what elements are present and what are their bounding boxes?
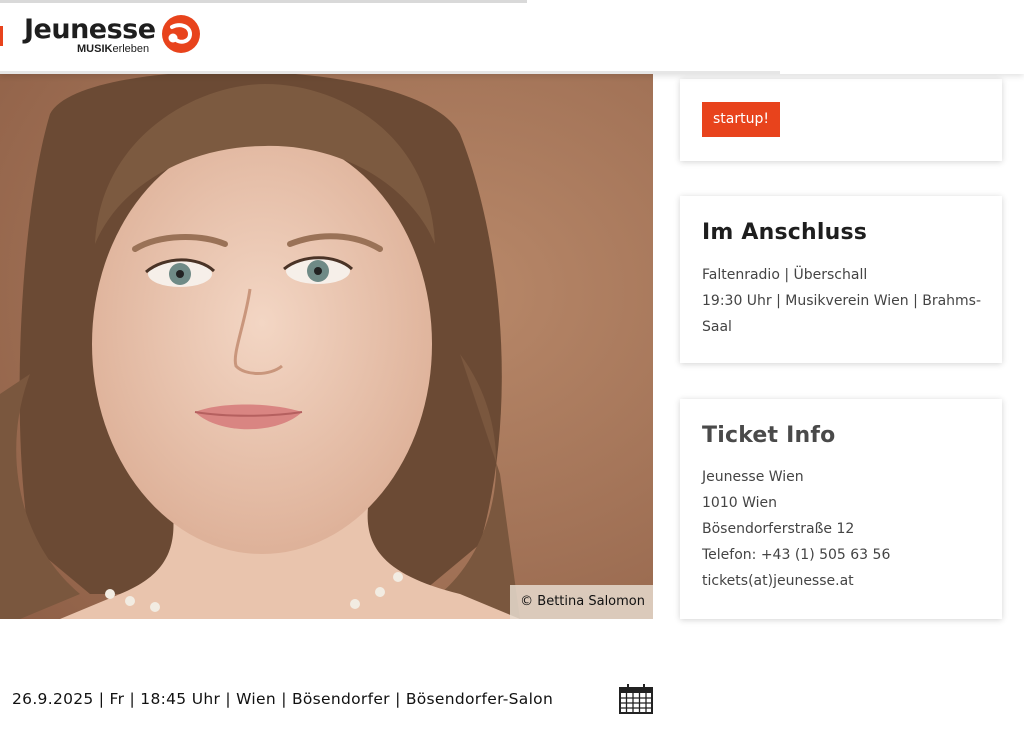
category-card: startup!: [680, 79, 1002, 161]
ticket-phone: Telefon: +43 (1) 505 63 56: [702, 547, 891, 563]
artist-photo: © Bettina Salomon: [0, 74, 653, 619]
logo-mark-icon: [162, 15, 200, 53]
ticket-info-card: Ticket Info Jeunesse Wien 1010 Wien Böse…: [680, 399, 1002, 619]
header-left-marker: [0, 26, 3, 46]
logo-wordmark: Jeunesse: [24, 14, 156, 45]
calendar-icon[interactable]: [619, 684, 653, 714]
ticket-org: Jeunesse Wien: [702, 469, 804, 485]
site-header: Jeunesse MUSIKerleben: [0, 0, 1024, 74]
follow-up-card: Im Anschluss Faltenradio | Überschall 19…: [680, 196, 1002, 363]
ticket-info-title: Ticket Info: [702, 423, 836, 448]
logo-tagline: MUSIKerleben: [77, 43, 150, 55]
ticket-street: Bösendorferstraße 12: [702, 521, 855, 537]
follow-up-details: 19:30 Uhr | Musikverein Wien | Brahms-Sa…: [702, 293, 982, 335]
portrait-image: [0, 74, 653, 619]
follow-up-link[interactable]: Faltenradio | Überschall: [702, 262, 867, 288]
jeunesse-logo[interactable]: Jeunesse MUSIKerleben: [22, 12, 202, 62]
follow-up-title: Im Anschluss: [702, 220, 868, 245]
ticket-email-link[interactable]: tickets(at)jeunesse.at: [702, 568, 854, 594]
category-tag[interactable]: startup!: [702, 102, 780, 137]
ticket-city: 1010 Wien: [702, 495, 777, 511]
header-divider: [0, 71, 780, 74]
event-info-line: 26.9.2025 | Fr | 18:45 Uhr | Wien | Böse…: [12, 690, 554, 708]
photo-credit: © Bettina Salomon: [510, 585, 653, 619]
header-top-line: [0, 0, 527, 3]
